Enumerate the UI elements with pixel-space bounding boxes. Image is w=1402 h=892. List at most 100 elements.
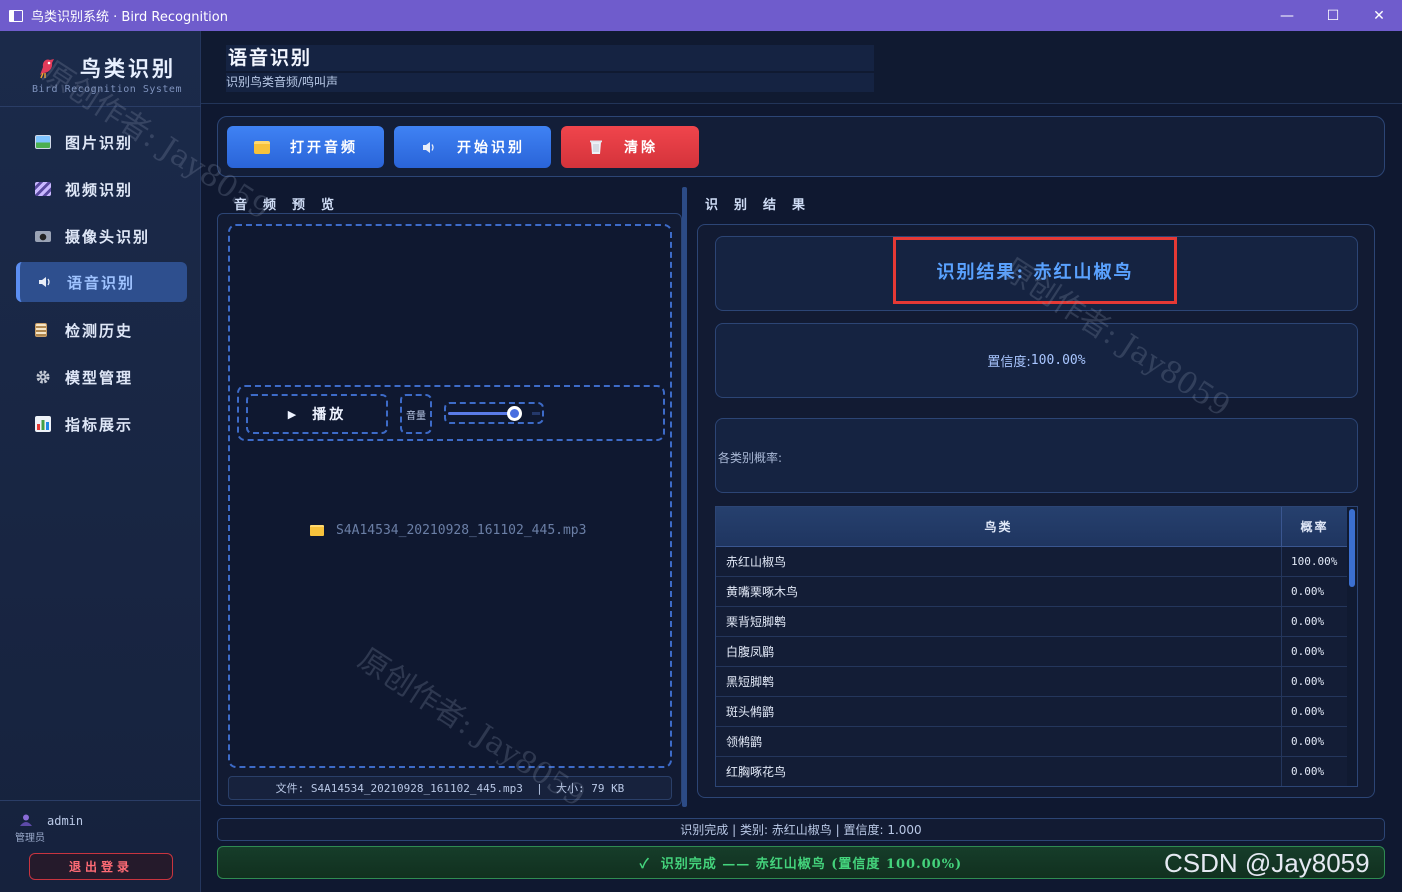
speaker-icon	[423, 141, 434, 153]
bar-chart-icon	[35, 416, 51, 432]
volume-slider[interactable]	[444, 402, 544, 424]
cell-probability: 0.00%	[1291, 615, 1325, 628]
table-row[interactable]: 红胸啄花鸟 0.00%	[716, 757, 1347, 786]
loaded-file-name: S4A14534_20210928_161102_445.mp3	[336, 522, 587, 538]
table-scrollbar[interactable]	[1347, 507, 1357, 786]
cell-probability: 0.00%	[1291, 675, 1325, 688]
nav-item-audio-recognition[interactable]: 语音识别	[16, 262, 187, 302]
gear-icon	[36, 370, 50, 384]
start-recognition-button[interactable]: 开始识别	[394, 126, 551, 168]
cell-probability: 0.00%	[1291, 585, 1325, 598]
user-role: 管理员	[15, 833, 45, 844]
action-toolbar: 打开音频 开始识别 清除	[217, 116, 1385, 177]
table-row[interactable]: 领鸺鹠 0.00%	[716, 727, 1347, 757]
play-icon: ▶	[287, 407, 297, 421]
logout-button[interactable]: 退出登录	[29, 853, 173, 880]
nav-item-label: 图片识别	[65, 133, 134, 152]
cell-bird-name: 赤红山椒鸟	[716, 547, 1282, 576]
folder-icon	[310, 524, 324, 536]
audio-controls: ▶ 播放 音量	[237, 385, 665, 441]
open-audio-button[interactable]: 打开音频	[227, 126, 384, 168]
cell-probability: 0.00%	[1291, 735, 1325, 748]
column-header-bird[interactable]: 鸟类	[716, 507, 1282, 546]
bird-logo-icon	[40, 59, 54, 79]
nav-item-label: 视频识别	[65, 180, 134, 199]
nav-item-image-recognition[interactable]: 图片识别	[16, 122, 187, 162]
nav-item-video-recognition[interactable]: 视频识别	[16, 169, 187, 209]
probability-label: 各类别概率:	[718, 451, 783, 465]
audio-preview-panel: ▶ 播放 音量 S4A14534_20210928_161102_445.mp3…	[217, 213, 682, 806]
result-heading: 识别结果	[705, 198, 822, 213]
cell-probability: 0.00%	[1291, 765, 1325, 778]
brand-header: 鸟类识别 Bird Recognition System	[0, 31, 201, 107]
csdn-watermark: CSDN @Jay8059	[1164, 848, 1370, 878]
cell-bird-name: 斑头鸺鹠	[716, 697, 1282, 726]
confidence-label: 置信度:	[987, 355, 1031, 370]
table-row[interactable]: 黄嘴栗啄木鸟 0.00%	[716, 577, 1347, 607]
table-row[interactable]: 栗背短脚鹎 0.00%	[716, 607, 1347, 637]
camera-icon	[35, 230, 51, 242]
table-row[interactable]: 白腹凤鹛 0.00%	[716, 637, 1347, 667]
app-window-icon	[9, 9, 23, 22]
nav-item-detection-history[interactable]: 检测历史	[16, 310, 187, 350]
cell-bird-name: 黄嘴栗啄木鸟	[716, 577, 1282, 606]
cell-bird-name: 栗背短脚鹎	[716, 607, 1282, 636]
volume-label: 音量	[400, 394, 432, 434]
nav-item-metrics[interactable]: 指标展示	[16, 404, 187, 444]
user-panel: admin 管理员 退出登录	[0, 800, 201, 892]
maximize-button[interactable]: ☐	[1310, 0, 1356, 31]
volume-slider-handle[interactable]	[507, 406, 522, 421]
volume-slider-rest	[532, 412, 540, 415]
status-text: 识别完成 | 类别: 赤红山椒鸟 | 置信度: 1.000	[680, 823, 922, 837]
window-title: 鸟类识别系统 · Bird Recognition	[31, 10, 228, 25]
cell-bird-name: 黑短脚鹎	[716, 667, 1282, 696]
nav-item-label: 检测历史	[65, 321, 134, 340]
clapperboard-icon	[35, 182, 51, 196]
username: admin	[47, 814, 84, 828]
window-controls: — ☐ ✕	[1264, 0, 1402, 31]
brand-title: 鸟类识别	[80, 56, 176, 81]
file-info-bar: 文件: S4A14534_20210928_161102_445.mp3 | 大…	[228, 776, 672, 800]
open-audio-label: 打开音频	[290, 140, 358, 156]
table-row[interactable]: 黑短脚鹎 0.00%	[716, 667, 1347, 697]
cell-bird-name: 白腹凤鹛	[716, 637, 1282, 666]
success-text: ✓ 识别完成 —— 赤红山椒鸟 (置信度 100.00%)	[639, 857, 963, 872]
probability-card: 各类别概率:	[715, 418, 1358, 493]
cell-probability: 0.00%	[1291, 645, 1325, 658]
clipboard-icon	[35, 323, 47, 337]
confidence-card: 置信度: 100.00%	[715, 323, 1358, 398]
sidebar: 鸟类识别 Bird Recognition System 图片识别 视频识别 摄…	[0, 31, 201, 892]
loaded-file-preview: S4A14534_20210928_161102_445.mp3	[310, 520, 600, 540]
nav-item-camera-recognition[interactable]: 摄像头识别	[16, 216, 187, 256]
clear-button[interactable]: 清除	[561, 126, 699, 168]
recognition-result: 识别结果: 赤红山椒鸟	[893, 237, 1177, 304]
table-row[interactable]: 赤红山椒鸟 100.00%	[716, 547, 1347, 577]
result-panel: 识别结果: 赤红山椒鸟 置信度: 100.00% 各类别概率: 鸟类 概率 赤红…	[697, 224, 1375, 798]
table-body: 赤红山椒鸟 100.00% 黄嘴栗啄木鸟 0.00% 栗背短脚鹎 0.00% 白腹凤鹛…	[716, 547, 1347, 786]
minimize-button[interactable]: —	[1264, 0, 1310, 31]
nav-item-model-management[interactable]: 模型管理	[16, 357, 187, 397]
table-header: 鸟类 概率	[716, 507, 1347, 547]
close-button[interactable]: ✕	[1356, 0, 1402, 31]
page-title: 语音识别	[226, 45, 874, 71]
cell-probability: 100.00%	[1291, 555, 1338, 568]
folder-icon	[254, 140, 270, 154]
start-recognition-label: 开始识别	[457, 140, 525, 156]
play-button[interactable]: ▶ 播放	[246, 394, 388, 434]
file-info-text: 文件: S4A14534_20210928_161102_445.mp3 | 大…	[275, 782, 625, 795]
nav-item-label: 指标展示	[65, 415, 134, 434]
nav-item-label: 摄像头识别	[65, 227, 151, 246]
image-icon	[35, 135, 51, 149]
probability-table: 鸟类 概率 赤红山椒鸟 100.00% 黄嘴栗啄木鸟 0.00% 栗背短脚鹎 0.00…	[715, 506, 1358, 787]
audio-preview-heading: 音频预览	[234, 198, 351, 213]
cell-bird-name: 领鸺鹠	[716, 727, 1282, 756]
panel-splitter[interactable]	[682, 187, 687, 807]
nav-item-label: 语音识别	[67, 273, 136, 292]
result-card: 识别结果: 赤红山椒鸟	[715, 236, 1358, 311]
clear-label: 清除	[624, 140, 658, 156]
speaker-icon	[39, 277, 50, 287]
cell-probability: 0.00%	[1291, 705, 1325, 718]
table-scrollbar-thumb[interactable]	[1349, 509, 1355, 587]
column-header-probability[interactable]: 概率	[1282, 507, 1347, 546]
table-row[interactable]: 斑头鸺鹠 0.00%	[716, 697, 1347, 727]
